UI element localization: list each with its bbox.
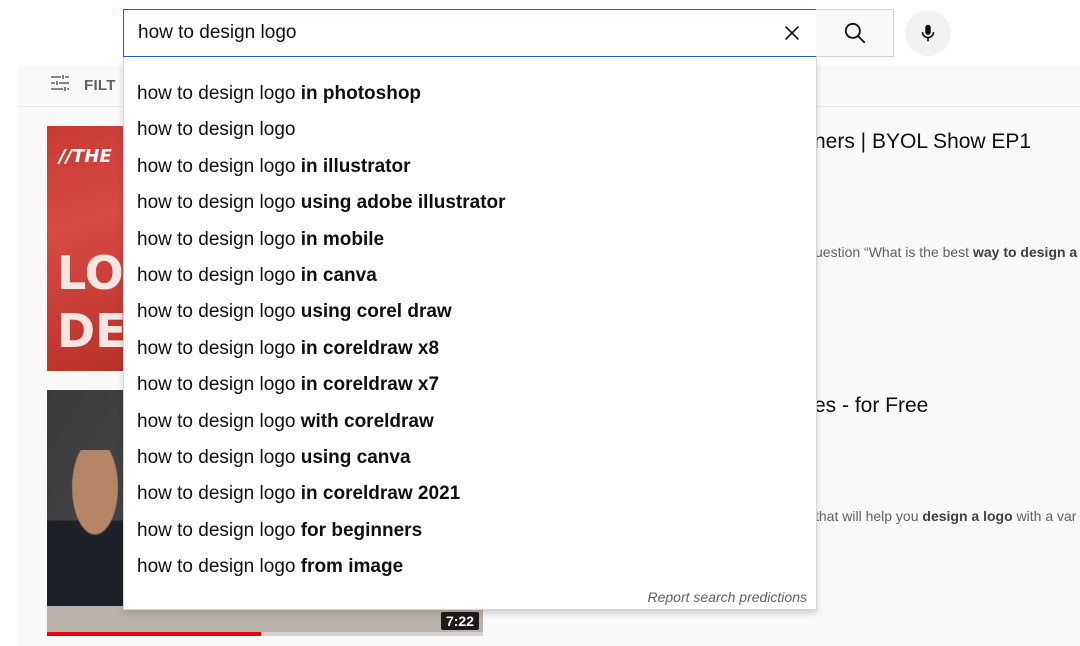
suggestion-item[interactable]: how to design logo in canva — [124, 258, 816, 294]
suggestion-base-text: how to design logo — [137, 119, 296, 141]
suggestion-completion-text: in photoshop — [300, 83, 422, 104]
suggestion-item[interactable]: how to design logo in coreldraw 2021 — [124, 476, 816, 512]
suggestion-item[interactable]: how to design logo for beginners — [124, 513, 816, 549]
suggestion-completion-text: in illustrator — [300, 155, 411, 177]
video-description-text: with a var — [1012, 508, 1077, 524]
suggestion-completion-text: in coreldraw 2021 — [300, 483, 461, 505]
suggestion-list: how to design logo in photoshop how to de… — [124, 57, 816, 585]
suggestion-base-text: how to design logo — [137, 446, 296, 468]
video-thumbnail[interactable]: //THE LO DE — [47, 126, 125, 371]
suggestion-base-text: how to design logo — [137, 483, 296, 505]
suggestion-item[interactable]: how to design logo in coreldraw x7 — [124, 367, 816, 403]
suggestion-completion-text: in coreldraw x8 — [300, 337, 440, 359]
video-description-text: that will help you — [815, 508, 923, 524]
suggestion-item[interactable]: how to design logo using corel draw — [124, 294, 816, 330]
suggestion-completion-text: from image — [300, 556, 404, 578]
filter-label: FILT — [84, 76, 116, 94]
duration-badge: 7:22 — [440, 612, 479, 630]
suggestion-completion-text: for beginners — [300, 519, 423, 541]
thumbnail-text: LO — [57, 246, 124, 300]
suggestion-completion-text: using corel draw — [300, 301, 452, 323]
thumbnail-text: DE — [57, 304, 125, 358]
search-input[interactable] — [124, 10, 768, 56]
clear-search-button[interactable] — [768, 10, 816, 56]
youtube-search-page: FILT //THE LO DE ners | BYOL Show EP1 ue… — [0, 0, 1080, 646]
suggestion-completion-text: in canva — [300, 264, 377, 286]
search-button[interactable] — [816, 9, 894, 57]
suggestion-base-text: how to design logo — [137, 155, 296, 177]
video-title[interactable]: es - for Free — [814, 394, 928, 418]
suggestion-base-text: how to design logo — [137, 83, 296, 104]
suggestion-completion-text: with coreldraw — [300, 410, 434, 432]
video-description-highlight: design a logo — [922, 508, 1013, 524]
suggestion-item[interactable]: how to design logo in illustrator — [124, 149, 816, 185]
filter-sliders-icon — [48, 71, 72, 99]
suggestion-item[interactable]: how to design logo in photoshop — [124, 76, 816, 112]
close-icon — [784, 25, 800, 41]
suggestion-base-text: how to design logo — [137, 556, 296, 578]
suggestion-item[interactable]: how to design logo with coreldraw — [124, 404, 816, 440]
suggestion-base-text: how to design logo — [137, 519, 296, 541]
search-icon — [844, 22, 865, 44]
suggestion-completion-text: in coreldraw x7 — [300, 374, 440, 396]
suggestion-item[interactable]: how to design logo using canva — [124, 440, 816, 476]
watch-progress-fill — [47, 632, 261, 636]
suggestion-base-text: how to design logo — [137, 228, 296, 250]
suggestion-base-text: how to design logo — [137, 410, 296, 432]
filter-button[interactable]: FILT — [48, 70, 116, 100]
suggestion-item[interactable]: how to design logo in mobile — [124, 222, 816, 258]
video-description: uestion “What is the best way to design … — [815, 244, 1077, 260]
suggestion-base-text: how to design logo — [137, 374, 296, 396]
video-description-highlight: way to design a — [972, 244, 1078, 260]
suggestion-item[interactable]: how to design logo from image — [124, 549, 816, 585]
thumbnail-text: //THE — [59, 146, 112, 167]
suggestion-completion-text: using canva — [300, 446, 411, 468]
suggestion-base-text: how to design logo — [137, 192, 296, 214]
video-description: that will help you design a logo with a … — [815, 508, 1076, 524]
search-box — [123, 9, 817, 57]
suggestion-completion-text: using adobe illustrator — [300, 192, 506, 214]
microphone-icon — [921, 24, 935, 42]
suggestion-base-text: how to design logo — [137, 264, 296, 286]
suggestion-item[interactable]: how to design logo — [124, 112, 816, 148]
suggestion-base-text: how to design logo — [137, 337, 296, 359]
suggestion-item[interactable]: how to design logo using adobe illustrat… — [124, 185, 816, 221]
report-predictions-link[interactable]: Report search predictions — [647, 589, 807, 605]
suggestion-item[interactable]: how to design logo in coreldraw x8 — [124, 331, 816, 367]
video-title[interactable]: ners | BYOL Show EP1 — [814, 130, 1031, 154]
suggestion-base-text: how to design logo — [137, 301, 296, 323]
voice-search-button[interactable] — [905, 10, 951, 56]
watch-progress-bar — [47, 632, 483, 636]
suggestion-completion-text: in mobile — [300, 228, 385, 250]
video-description-text: uestion “What is the best — [815, 244, 973, 260]
search-suggestions-dropdown: how to design logo in photoshop how to de… — [123, 57, 817, 610]
